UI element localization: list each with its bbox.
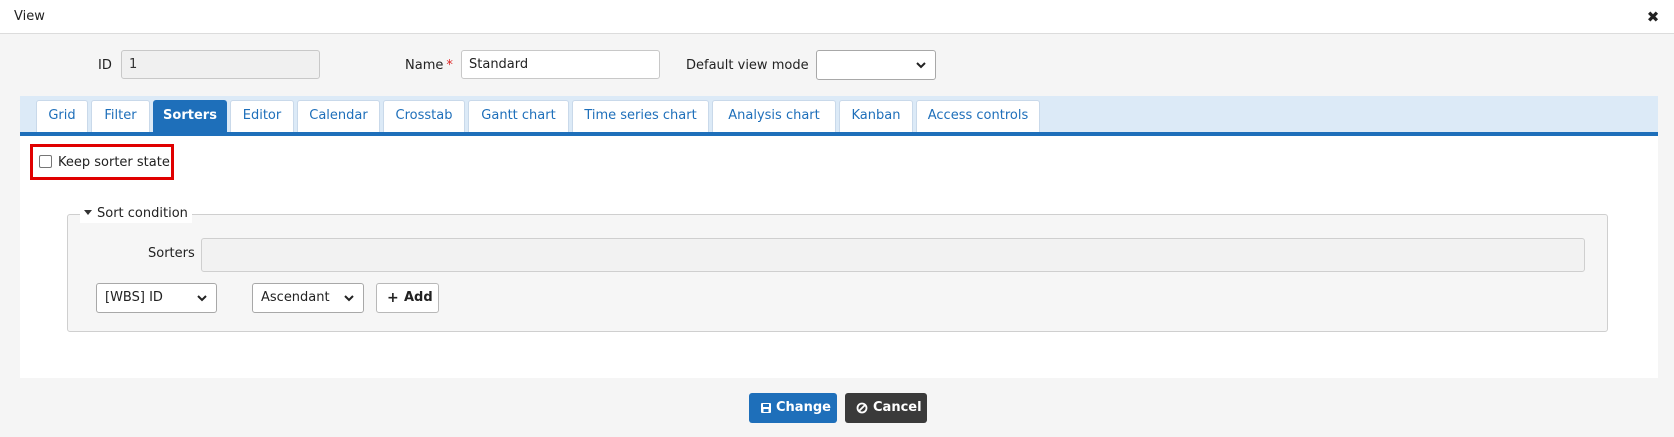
chevron-down-icon — [916, 62, 926, 69]
default-view-mode-label: Default view mode — [686, 58, 809, 73]
tab-crosstab[interactable]: Crosstab — [383, 100, 465, 132]
chevron-down-icon — [197, 295, 207, 302]
tab-sorters[interactable]: Sorters — [153, 100, 227, 132]
sort-column-value: [WBS] ID — [105, 290, 163, 305]
change-button-label: Change — [776, 400, 831, 415]
name-input[interactable]: Standard — [461, 50, 660, 79]
sort-direction-value: Ascendant — [261, 290, 330, 305]
id-label: ID — [98, 58, 112, 73]
keep-sorter-state-label[interactable]: Keep sorter state — [58, 155, 170, 170]
tab-calendar[interactable]: Calendar — [297, 100, 380, 132]
sort-column-select[interactable]: [WBS] ID — [96, 283, 217, 313]
sorters-label: Sorters — [148, 246, 195, 261]
plus-icon: + — [387, 290, 399, 306]
cancel-icon — [856, 402, 868, 414]
dialog-titlebar: View ✖ — [0, 0, 1674, 34]
sort-condition-fieldset — [67, 214, 1608, 332]
triangle-down-icon — [84, 210, 92, 215]
required-mark: * — [446, 58, 453, 73]
tab-filter[interactable]: Filter — [91, 100, 150, 132]
sort-condition-legend[interactable]: Sort condition — [80, 205, 192, 223]
save-icon — [761, 403, 771, 413]
sorters-display — [201, 238, 1585, 272]
keep-sorter-state-checkbox[interactable] — [39, 155, 52, 168]
chevron-down-icon — [344, 295, 354, 302]
tab-kanban[interactable]: Kanban — [839, 100, 913, 132]
tab-analysis-chart[interactable]: Analysis chart — [712, 100, 836, 132]
tab-bar: Grid Filter Sorters Editor Calendar Cros… — [20, 96, 1658, 136]
tab-access-controls[interactable]: Access controls — [916, 100, 1040, 132]
cancel-button[interactable]: Cancel — [845, 393, 927, 423]
cancel-button-label: Cancel — [873, 400, 922, 415]
tab-grid[interactable]: Grid — [36, 100, 88, 132]
sort-direction-select[interactable]: Ascendant — [252, 283, 364, 313]
close-icon[interactable]: ✖ — [1644, 8, 1662, 26]
add-button-label: Add — [404, 290, 433, 305]
default-view-mode-select[interactable] — [816, 50, 936, 80]
name-label: Name * — [405, 58, 453, 73]
id-field: 1 — [121, 50, 320, 79]
change-button[interactable]: Change — [749, 393, 837, 423]
add-sorter-button[interactable]: + Add — [376, 283, 439, 313]
tab-editor[interactable]: Editor — [230, 100, 294, 132]
dialog-title: View — [14, 9, 45, 24]
tab-time-series-chart[interactable]: Time series chart — [572, 100, 709, 132]
tab-gantt-chart[interactable]: Gantt chart — [468, 100, 569, 132]
